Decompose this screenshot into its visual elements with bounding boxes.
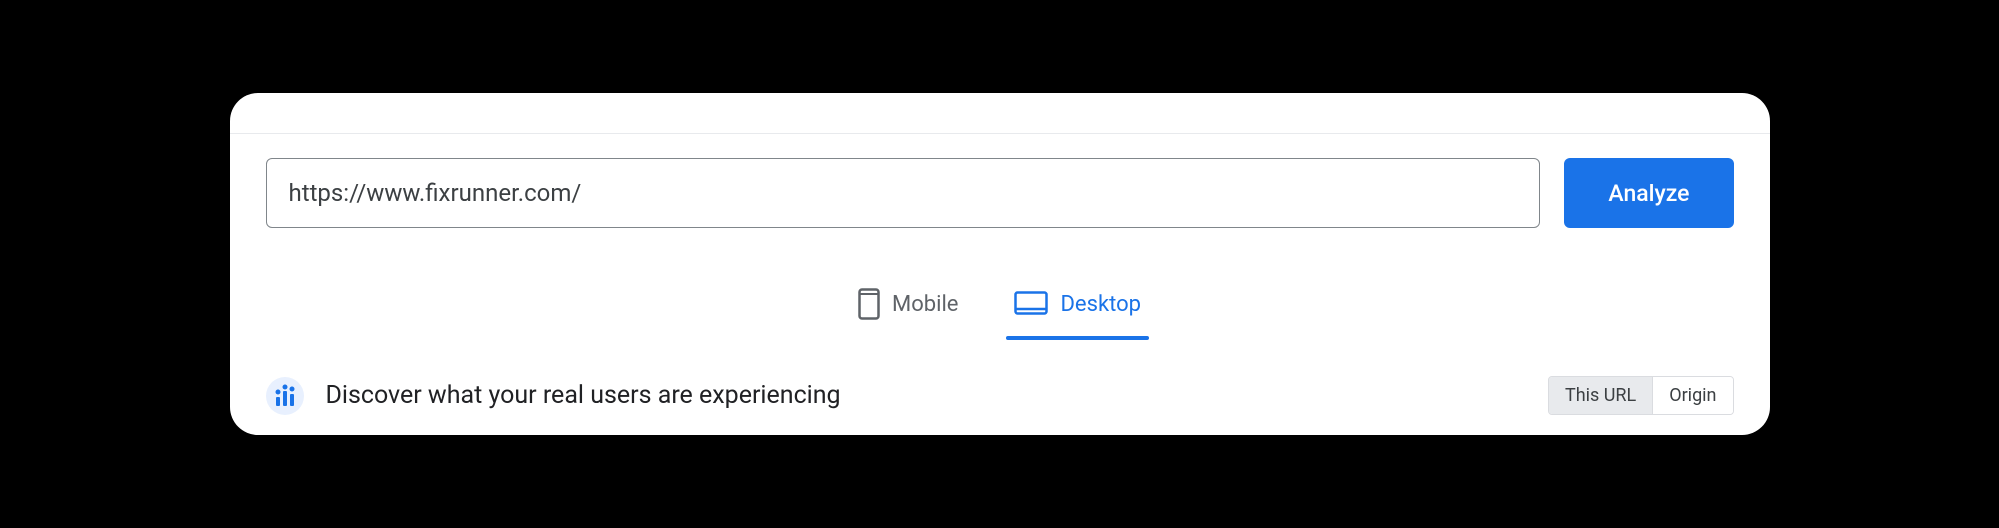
search-section: Analyze xyxy=(230,134,1770,228)
mobile-icon xyxy=(858,288,880,320)
tabs-section: Mobile Desktop xyxy=(230,228,1770,348)
insights-icon xyxy=(266,377,304,415)
tab-mobile-label: Mobile xyxy=(892,292,958,317)
toggle-origin[interactable]: Origin xyxy=(1653,377,1732,414)
discover-section: Discover what your real users are experi… xyxy=(230,348,1770,435)
analyze-button[interactable]: Analyze xyxy=(1564,158,1733,228)
tab-mobile[interactable]: Mobile xyxy=(850,276,966,336)
discover-title: Discover what your real users are experi… xyxy=(326,381,841,410)
main-card: Analyze Mobile Desktop xyxy=(230,93,1770,435)
url-input[interactable] xyxy=(266,158,1541,228)
toggle-this-url[interactable]: This URL xyxy=(1549,377,1653,414)
tab-desktop[interactable]: Desktop xyxy=(1006,276,1149,336)
discover-left: Discover what your real users are experi… xyxy=(266,377,841,415)
scope-toggle-group: This URL Origin xyxy=(1548,376,1734,415)
tab-desktop-label: Desktop xyxy=(1060,292,1141,317)
desktop-icon xyxy=(1014,291,1048,317)
